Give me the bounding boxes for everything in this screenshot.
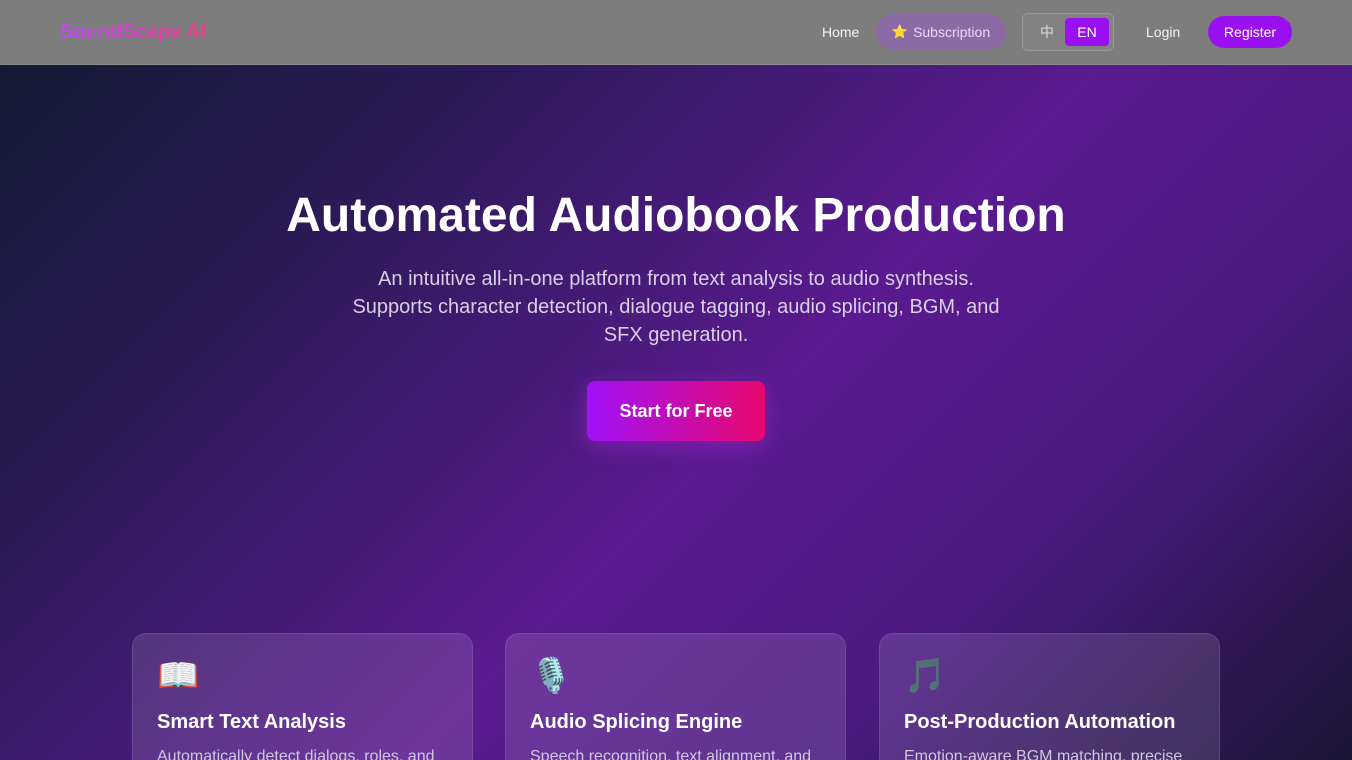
register-button[interactable]: Register xyxy=(1208,16,1292,48)
music-note-icon: 🎵 xyxy=(904,657,947,695)
hero-title: Automated Audiobook Production xyxy=(286,189,1066,242)
feature-title: Post-Production Automation xyxy=(904,711,1176,733)
feature-description: Automatically detect dialogs, roles, and xyxy=(157,748,435,760)
nav-subscription-button[interactable]: ⭐ Subscription xyxy=(876,14,1006,50)
feature-card-text-analysis: 📖 Smart Text Analysis Automatically dete… xyxy=(132,633,473,760)
top-navbar: SoundScape AI Home ⭐ Subscription 中 EN L… xyxy=(0,0,1352,65)
feature-card-post-production: 🎵 Post-Production Automation Emotion-awa… xyxy=(879,633,1220,760)
feature-title: Audio Splicing Engine xyxy=(530,711,743,733)
subscription-label: Subscription xyxy=(913,24,991,40)
hero-subtitle: An intuitive all-in-one platform from te… xyxy=(352,268,1000,346)
star-icon: ⭐ xyxy=(891,24,909,39)
feature-description: Speech recognition, text alignment, and xyxy=(530,748,812,760)
feature-description: Emotion-aware BGM matching, precise xyxy=(904,748,1183,760)
brand-logo[interactable]: SoundScape AI xyxy=(60,20,206,44)
open-book-icon: 📖 xyxy=(157,657,200,695)
feature-card-audio-splicing: 🎙️ Audio Splicing Engine Speech recognit… xyxy=(505,633,846,760)
feature-title: Smart Text Analysis xyxy=(157,711,346,733)
language-zh-button[interactable]: 中 xyxy=(1031,18,1063,46)
login-link[interactable]: Login xyxy=(1138,16,1188,48)
language-en-button[interactable]: EN xyxy=(1065,18,1109,46)
language-switcher: 中 EN xyxy=(1022,13,1114,51)
start-for-free-button[interactable]: Start for Free xyxy=(587,381,765,441)
nav-home-link[interactable]: Home xyxy=(814,16,867,48)
microphone-icon: 🎙️ xyxy=(530,657,573,695)
